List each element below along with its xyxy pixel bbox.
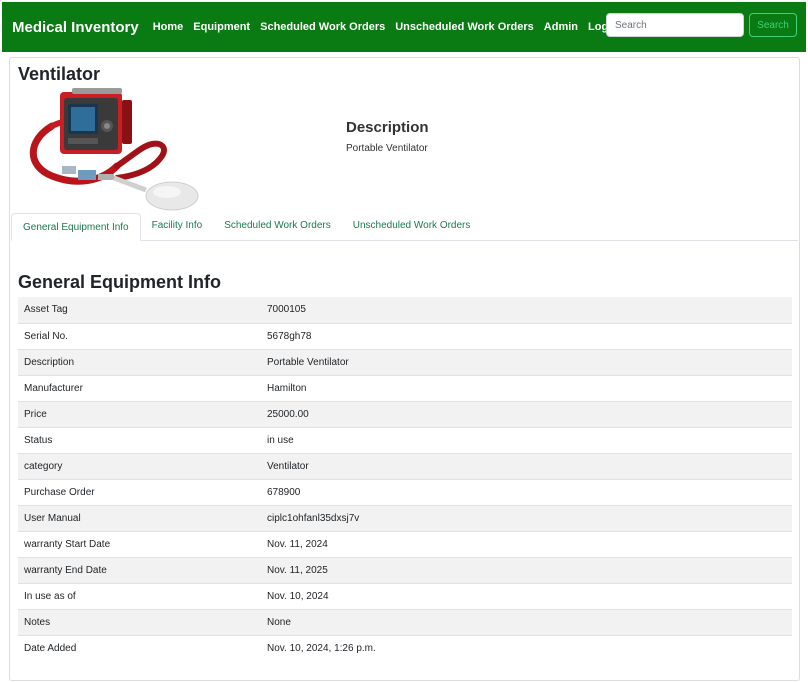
- table-row: Date Added Nov. 10, 2024, 1:26 p.m.: [18, 634, 792, 661]
- equipment-title: Ventilator: [18, 64, 101, 84]
- row-label: User Manual: [18, 504, 261, 531]
- table-row: Notes None: [18, 608, 792, 635]
- table-row: category Ventilator: [18, 452, 792, 479]
- row-label: warranty End Date: [18, 556, 261, 583]
- row-value: 678900: [261, 478, 792, 505]
- tab-general-equipment-info[interactable]: General Equipment Info: [11, 213, 141, 241]
- equipment-tabs: General Equipment Info Facility Info Sch…: [11, 213, 798, 241]
- row-label: warranty Start Date: [18, 530, 261, 557]
- table-row: Purchase Order 678900: [18, 478, 792, 505]
- row-label: Status: [18, 426, 261, 453]
- row-value: 5678gh78: [261, 322, 792, 349]
- tab-scheduled-work-orders[interactable]: Scheduled Work Orders: [213, 212, 342, 240]
- table-row: Serial No. 5678gh78: [18, 322, 792, 349]
- tab-facility-info[interactable]: Facility Info: [141, 212, 214, 240]
- table-row: Price 25000.00: [18, 400, 792, 427]
- row-label: Price: [18, 400, 261, 427]
- row-label: Manufacturer: [18, 374, 261, 401]
- row-value: 7000105: [261, 297, 792, 323]
- table-row: User Manual ciplc1ohfanl35dxsj7v: [18, 504, 792, 531]
- table-row: Manufacturer Hamilton: [18, 374, 792, 401]
- nav-home-link[interactable]: Home: [153, 21, 184, 33]
- row-label: Purchase Order: [18, 478, 261, 505]
- nav-admin-link[interactable]: Admin: [544, 21, 578, 33]
- nav-links: Home Equipment Scheduled Work Orders Uns…: [153, 21, 636, 33]
- nav-scheduled-work-orders-link[interactable]: Scheduled Work Orders: [260, 21, 385, 33]
- nav-equipment-link[interactable]: Equipment: [193, 21, 250, 33]
- search-button[interactable]: Search: [749, 13, 797, 37]
- row-label: Asset Tag: [18, 297, 261, 323]
- row-value: Nov. 10, 2024, 1:26 p.m.: [261, 634, 792, 661]
- row-label: Date Added: [18, 634, 261, 661]
- table-row: Status in use: [18, 426, 792, 453]
- row-label: In use as of: [18, 582, 261, 609]
- row-value: Nov. 11, 2024: [261, 530, 792, 557]
- row-label: Description: [18, 348, 261, 375]
- description-text: Portable Ventilator: [346, 143, 428, 154]
- row-label: category: [18, 452, 261, 479]
- row-value: Hamilton: [261, 374, 792, 401]
- tab-unscheduled-work-orders[interactable]: Unscheduled Work Orders: [342, 212, 482, 240]
- row-value: Ventilator: [261, 452, 792, 479]
- row-label: Notes: [18, 608, 261, 635]
- table-row: In use as of Nov. 10, 2024: [18, 582, 792, 609]
- row-value: Nov. 10, 2024: [261, 582, 792, 609]
- section-heading: General Equipment Info: [18, 272, 222, 292]
- ventilator-image: [29, 88, 199, 211]
- table-row: warranty Start Date Nov. 11, 2024: [18, 530, 792, 557]
- nav-unscheduled-work-orders-link[interactable]: Unscheduled Work Orders: [395, 21, 534, 33]
- row-value: Nov. 11, 2025: [261, 556, 792, 583]
- row-value: 25000.00: [261, 400, 792, 427]
- search-input[interactable]: [606, 13, 744, 37]
- equipment-info-table: Asset Tag 7000105 Serial No. 5678gh78 Descri…: [18, 297, 792, 661]
- row-value: Portable Ventilator: [261, 348, 792, 375]
- table-row: Description Portable Ventilator: [18, 348, 792, 375]
- row-label: Serial No.: [18, 322, 261, 349]
- row-value: in use: [261, 426, 792, 453]
- description-heading: Description: [346, 119, 429, 136]
- row-value: ciplc1ohfanl35dxsj7v: [261, 504, 792, 531]
- brand-link[interactable]: Medical Inventory: [12, 19, 139, 36]
- table-row: Asset Tag 7000105: [18, 297, 792, 323]
- row-value: None: [261, 608, 792, 635]
- table-row: warranty End Date Nov. 11, 2025: [18, 556, 792, 583]
